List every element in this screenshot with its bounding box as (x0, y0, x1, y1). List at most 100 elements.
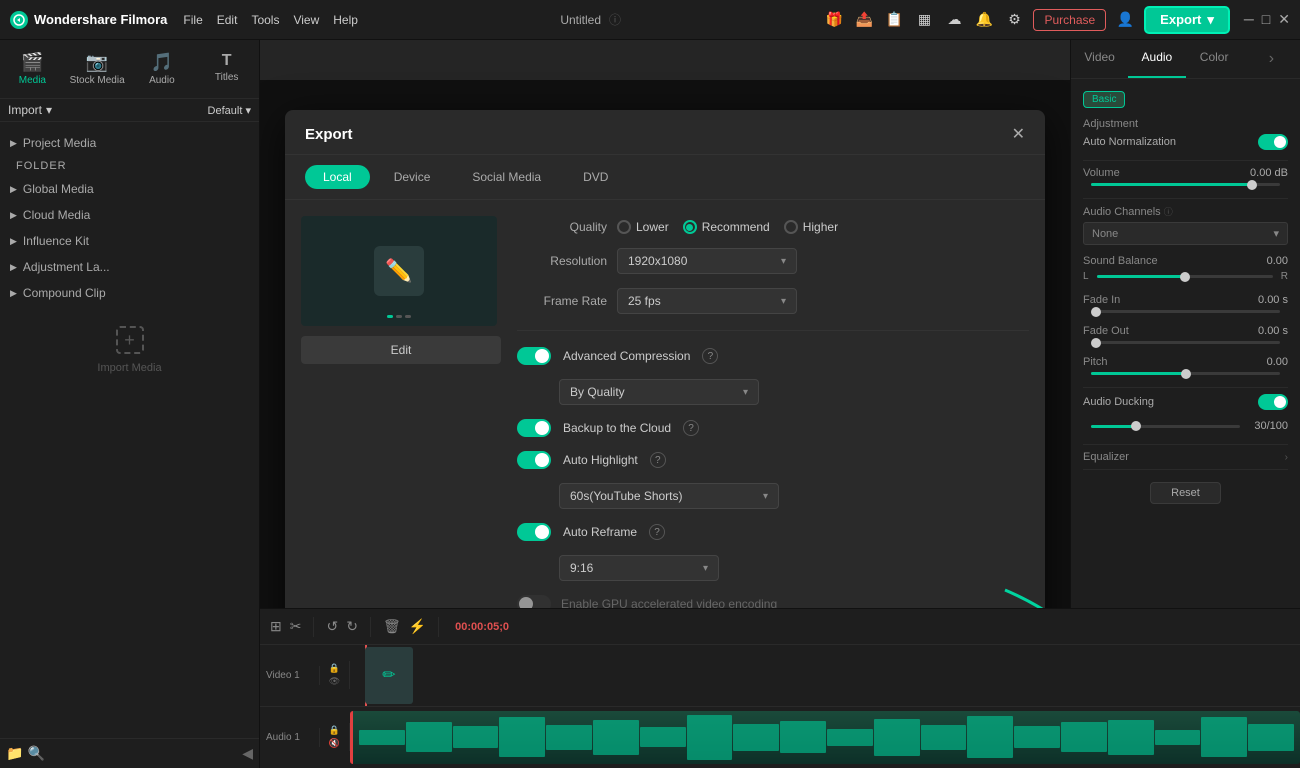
mute-icon[interactable]: 🔇 (329, 738, 340, 749)
pitch-thumb[interactable] (1181, 369, 1191, 379)
quality-lower[interactable]: Lower (617, 220, 669, 234)
tab-local[interactable]: Local (305, 165, 370, 189)
maximize-button[interactable]: □ (1262, 11, 1270, 28)
fade-in-thumb[interactable] (1091, 307, 1101, 317)
sidebar-section-global-media[interactable]: ▶ Global Media (8, 176, 251, 202)
close-button[interactable]: ✕ (1278, 11, 1290, 28)
resolution-dropdown[interactable]: 1920x1080 ▾ (617, 248, 797, 274)
menu-edit[interactable]: Edit (217, 13, 238, 27)
tab-dvd[interactable]: DVD (565, 165, 626, 189)
by-quality-dropdown[interactable]: By Quality ▾ (559, 379, 759, 405)
help-icon-reframe[interactable]: ? (649, 524, 665, 540)
menu-tools[interactable]: Tools (251, 13, 279, 27)
help-icon-highlight[interactable]: ? (650, 452, 666, 468)
audio-ducking-toggle[interactable] (1258, 394, 1288, 410)
modal-close-button[interactable]: ✕ (1012, 124, 1025, 144)
balance-thumb[interactable] (1180, 272, 1190, 282)
grid-icon[interactable]: ⚙ (1003, 9, 1025, 31)
split-icon[interactable]: ⚡ (409, 618, 426, 635)
sidebar-section-cloud-media[interactable]: ▶ Cloud Media (8, 202, 251, 228)
advanced-compression-toggle[interactable] (517, 347, 551, 365)
aspect-ratio-dropdown[interactable]: 9:16 ▾ (559, 555, 719, 581)
quality-recommend[interactable]: Recommend (683, 220, 770, 234)
video-clip[interactable]: ✏ (365, 647, 413, 704)
template-icon[interactable]: 📋 (883, 9, 905, 31)
help-icon-backup[interactable]: ? (683, 420, 699, 436)
top-bar: Wondershare Filmora File Edit Tools View… (0, 0, 1300, 40)
folder-icon[interactable]: 📁 (6, 745, 23, 762)
fade-in-slider[interactable] (1091, 310, 1280, 313)
sidebar-item-audio[interactable]: 🎵 Audio (130, 46, 195, 92)
gift-icon[interactable]: 🎁 (823, 9, 845, 31)
quality-higher[interactable]: Higher (784, 220, 838, 234)
sidebar-section-compound-clip[interactable]: ▶ Compound Clip (8, 280, 251, 306)
scissors-icon[interactable]: ✂ (290, 618, 302, 635)
layout-icon[interactable]: ▦ (913, 9, 935, 31)
ducking-thumb[interactable] (1131, 421, 1141, 431)
chevron-down-icon-6: ▾ (1273, 227, 1279, 240)
ducking-slider[interactable] (1091, 425, 1240, 428)
tab-video[interactable]: Video (1071, 40, 1128, 78)
audio-lock-icon[interactable]: 🔒 (329, 725, 340, 736)
gpu-toggle[interactable] (517, 595, 551, 608)
add-media-button[interactable]: + (116, 326, 144, 354)
left-sidebar: 🎬 Media 📷 Stock Media 🎵 Audio T Titles I… (0, 40, 260, 768)
menu-help[interactable]: Help (333, 13, 358, 27)
lock-icon[interactable]: 🔒 (329, 663, 340, 674)
menu-file[interactable]: File (183, 13, 202, 27)
edit-button[interactable]: Edit (301, 336, 501, 364)
backup-cloud-toggle[interactable] (517, 419, 551, 437)
export-top-button[interactable]: Export ▾ (1144, 6, 1230, 34)
auto-highlight-toggle[interactable] (517, 451, 551, 469)
undo-icon[interactable]: ↺ (326, 618, 338, 635)
shorts-row: 60s(YouTube Shorts) ▾ (559, 483, 1029, 509)
adjustment-row: Adjustment (1083, 118, 1288, 130)
shorts-dropdown[interactable]: 60s(YouTube Shorts) ▾ (559, 483, 779, 509)
sidebar-item-stock[interactable]: 📷 Stock Media (65, 46, 130, 92)
sidebar-section-adjustment-la[interactable]: ▶ Adjustment La... (8, 254, 251, 280)
tab-social[interactable]: Social Media (454, 165, 559, 189)
volume-slider[interactable] (1091, 183, 1280, 186)
sound-balance-value: 0.00 (1267, 255, 1288, 267)
framerate-dropdown[interactable]: 25 fps ▾ (617, 288, 797, 314)
menu-view[interactable]: View (293, 13, 319, 27)
sound-balance-slider[interactable] (1097, 275, 1273, 278)
tab-color[interactable]: Color (1186, 40, 1243, 78)
volume-fill (1091, 183, 1252, 186)
eye-icon[interactable]: 👁 (329, 676, 340, 687)
sidebar-section-influence-kit[interactable]: ▶ Influence Kit (8, 228, 251, 254)
sidebar-section-project-media[interactable]: ▶ Project Media (8, 130, 251, 156)
minimize-button[interactable]: ─ (1244, 11, 1254, 28)
fade-out-slider[interactable] (1091, 341, 1280, 344)
pitch-slider[interactable] (1091, 372, 1280, 375)
reset-button[interactable]: Reset (1150, 482, 1221, 504)
import-button[interactable]: Import ▾ (8, 103, 52, 117)
tab-device[interactable]: Device (376, 165, 449, 189)
redo-icon[interactable]: ↻ (346, 618, 358, 635)
auto-norm-toggle[interactable] (1258, 134, 1288, 150)
tab-more[interactable]: › (1243, 40, 1300, 78)
sidebar-item-titles[interactable]: T Titles (194, 46, 259, 92)
collapse-icon[interactable]: ◀ (242, 745, 253, 762)
tab-audio[interactable]: Audio (1128, 40, 1185, 78)
search-icon[interactable]: 🔍 (27, 745, 44, 762)
purchase-button[interactable]: Purchase (1033, 9, 1106, 31)
sidebar-item-media[interactable]: 🎬 Media (0, 46, 65, 92)
cloud-icon[interactable]: ☁ (943, 9, 965, 31)
share-icon[interactable]: 📤 (853, 9, 875, 31)
toggle-knob (535, 349, 549, 363)
delete-icon[interactable]: 🗑 (383, 618, 401, 635)
window-controls: ─ □ ✕ (1244, 11, 1290, 28)
audio-channels-select[interactable]: None ▾ (1083, 222, 1288, 245)
default-button[interactable]: Default ▾ (208, 104, 251, 117)
volume-thumb[interactable] (1247, 180, 1257, 190)
user-icon[interactable]: 👤 (1114, 9, 1136, 31)
equalizer-row: Equalizer › (1083, 451, 1288, 463)
add-track-icon[interactable]: ⊞ (270, 618, 282, 635)
fade-out-thumb[interactable] (1091, 338, 1101, 348)
auto-reframe-toggle[interactable] (517, 523, 551, 541)
import-media-text: Import Media (97, 362, 161, 374)
help-icon-advanced[interactable]: ? (702, 348, 718, 364)
audio-clip[interactable] (350, 711, 1300, 765)
bell-icon[interactable]: 🔔 (973, 9, 995, 31)
